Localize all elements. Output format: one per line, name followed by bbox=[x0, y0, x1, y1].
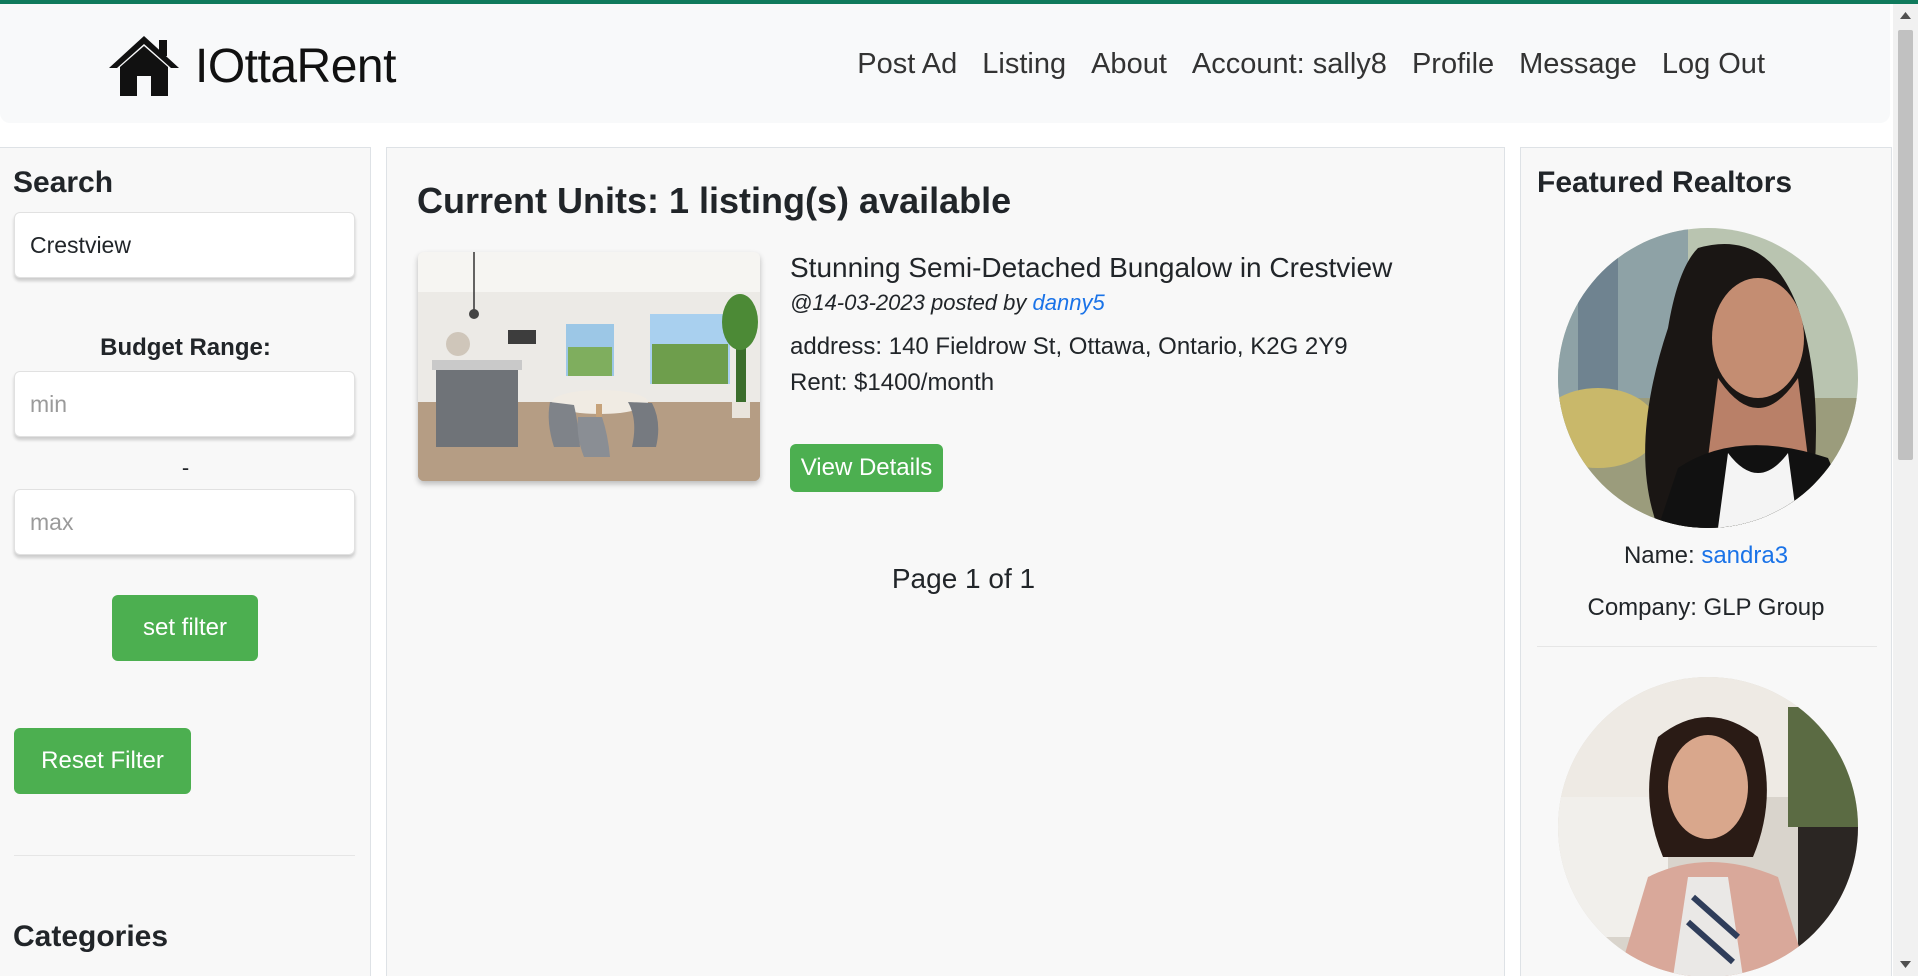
listing-poster-link[interactable]: danny5 bbox=[1033, 290, 1105, 315]
realtor-company: Company: GLP Group bbox=[1587, 594, 1825, 621]
scrollbar-thumb[interactable] bbox=[1898, 30, 1913, 460]
nav-account[interactable]: Account: sally8 bbox=[1192, 48, 1387, 81]
realtor-name: Name: sandra3 bbox=[1521, 542, 1891, 570]
realtor-avatar-image bbox=[1558, 228, 1858, 528]
nav-post-ad[interactable]: Post Ad bbox=[857, 48, 957, 81]
nav-links: Post Ad Listing About Account: sally8 Pr… bbox=[857, 48, 1765, 81]
listing-title[interactable]: Stunning Semi-Detached Bungalow in Crest… bbox=[790, 252, 1392, 284]
nav-profile[interactable]: Profile bbox=[1412, 48, 1494, 81]
nav-about[interactable]: About bbox=[1091, 48, 1167, 81]
realtor-avatar[interactable] bbox=[1558, 228, 1858, 528]
listing-date: @14-03-2023 posted by bbox=[790, 290, 1033, 315]
search-input[interactable] bbox=[14, 212, 355, 278]
brand[interactable]: IOttaRent bbox=[107, 34, 396, 98]
budget-min-input[interactable] bbox=[14, 371, 355, 437]
listing-photo[interactable] bbox=[418, 252, 760, 481]
realtor-divider bbox=[1537, 646, 1877, 647]
budget-max-input[interactable] bbox=[14, 489, 355, 555]
featured-realtors-panel: Featured Realtors Name: sandra3 Company:… bbox=[1520, 147, 1892, 976]
scroll-up-arrow-icon[interactable] bbox=[1893, 6, 1918, 26]
featured-realtors-heading: Featured Realtors bbox=[1537, 166, 1793, 199]
nav-log-out[interactable]: Log Out bbox=[1662, 48, 1765, 81]
listing-rent: Rent: $1400/month bbox=[790, 369, 995, 396]
realtor-avatar[interactable] bbox=[1558, 677, 1858, 976]
listing-photo-image bbox=[418, 252, 760, 481]
search-heading: Search bbox=[13, 166, 114, 199]
home-icon bbox=[109, 36, 179, 96]
categories-heading: Categories bbox=[13, 920, 169, 953]
navbar: IOttaRent Post Ad Listing About Account:… bbox=[0, 4, 1890, 123]
search-sidebar: Search Budget Range: - set filter Reset … bbox=[0, 147, 371, 976]
realtor-name-link[interactable]: sandra3 bbox=[1701, 542, 1788, 569]
realtor-name-label: Name: bbox=[1623, 542, 1702, 569]
budget-range-label: Budget Range: bbox=[100, 334, 271, 361]
brand-name: IOttaRent bbox=[195, 39, 396, 93]
listing-meta: @14-03-2023 posted by danny5 bbox=[790, 290, 1105, 316]
nav-listing[interactable]: Listing bbox=[982, 48, 1066, 81]
listings-heading: Current Units: 1 listing(s) available bbox=[417, 180, 1012, 221]
view-details-button[interactable]: View Details bbox=[790, 444, 943, 492]
listing-address: address: 140 Fieldrow St, Ottawa, Ontari… bbox=[790, 333, 1348, 360]
reset-filter-button[interactable]: Reset Filter bbox=[14, 728, 191, 794]
nav-message[interactable]: Message bbox=[1519, 48, 1637, 81]
listings-panel: Current Units: 1 listing(s) available St… bbox=[386, 147, 1505, 976]
page-scrollbar[interactable] bbox=[1893, 4, 1918, 976]
set-filter-button[interactable]: set filter bbox=[112, 595, 258, 661]
realtor-avatar-image bbox=[1558, 677, 1858, 976]
sidebar-divider bbox=[14, 855, 355, 856]
budget-separator: - bbox=[181, 455, 190, 480]
scroll-down-arrow-icon[interactable] bbox=[1893, 954, 1918, 974]
pagination-text: Page 1 of 1 bbox=[891, 563, 1036, 594]
